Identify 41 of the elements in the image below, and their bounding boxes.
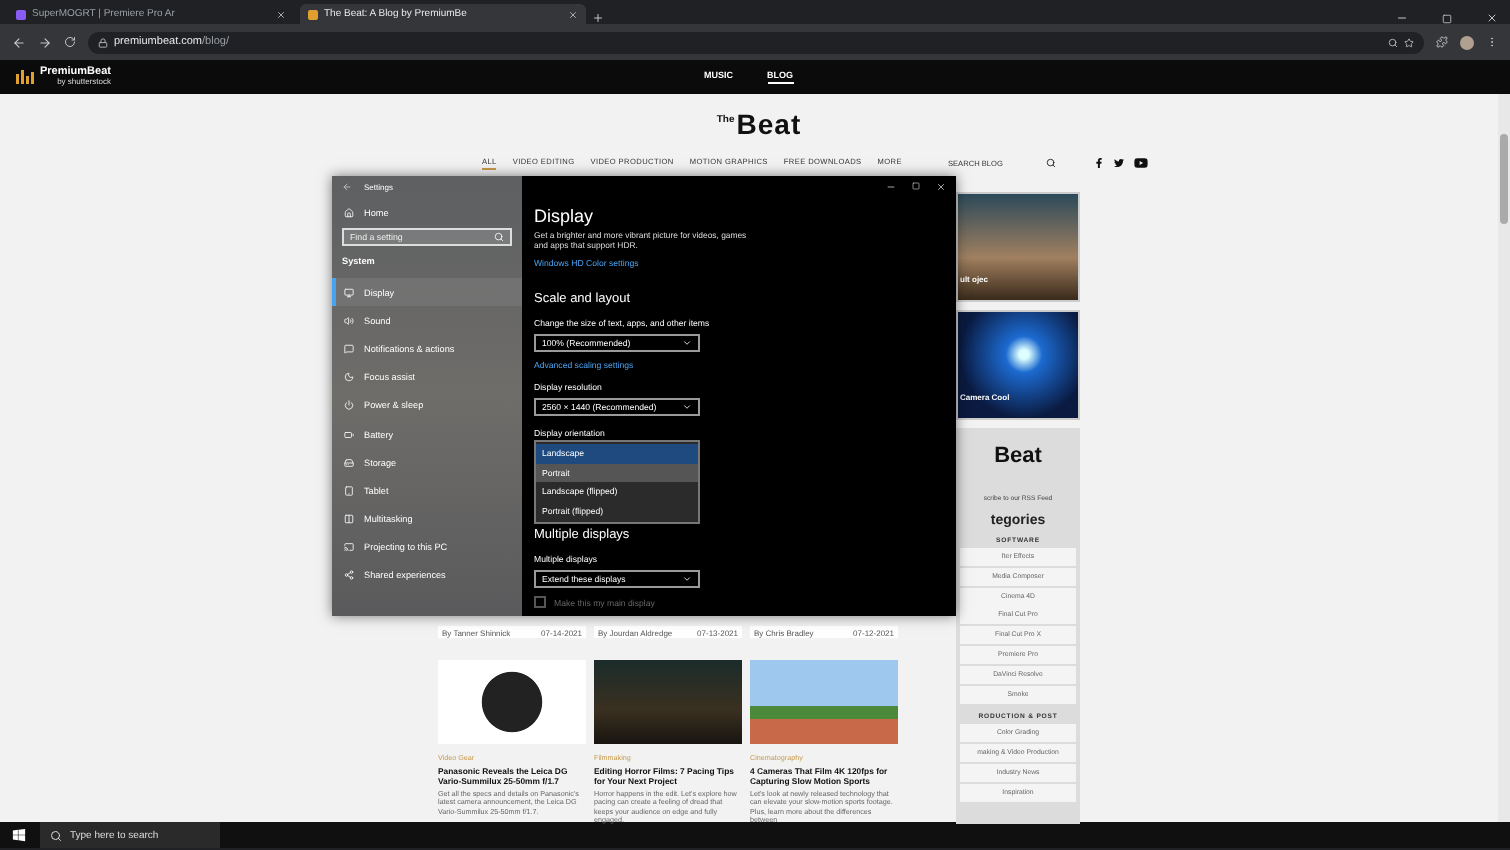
scrollbar[interactable]	[1498, 94, 1510, 822]
close-icon[interactable]	[1486, 12, 1498, 24]
reload-icon	[64, 36, 76, 48]
sidebar-logo: Beat	[994, 446, 1042, 468]
moon-icon	[344, 372, 354, 383]
message-icon	[344, 343, 354, 354]
maximize-icon[interactable]	[1442, 14, 1452, 24]
power-icon	[344, 400, 354, 411]
share-icon	[344, 570, 354, 581]
tablet-icon	[344, 485, 354, 496]
new-tab-icon[interactable]	[592, 12, 604, 24]
speaker-icon	[344, 315, 354, 326]
avatar[interactable]	[1460, 35, 1474, 49]
search-icon[interactable]	[1046, 158, 1057, 168]
chevron-icon	[682, 402, 692, 412]
minimize-icon[interactable]	[1396, 12, 1408, 24]
back-icon	[342, 181, 352, 191]
forward-icon	[38, 35, 52, 49]
lock-icon	[98, 37, 108, 47]
battery-icon	[344, 429, 354, 440]
search-icon	[494, 232, 504, 242]
twitter-icon[interactable]	[1113, 158, 1124, 168]
extension-icon	[1436, 36, 1448, 48]
bars-icon	[16, 70, 34, 84]
youtube-icon[interactable]	[1133, 156, 1148, 170]
columns-icon	[344, 514, 354, 525]
star-icon[interactable]	[1404, 37, 1414, 47]
search-icon	[50, 829, 62, 841]
drive-icon	[344, 457, 354, 468]
maximize-icon	[912, 182, 920, 190]
home-icon	[344, 208, 354, 218]
chevron-icon	[682, 338, 692, 348]
minimize-icon	[886, 181, 896, 191]
back-icon	[12, 35, 26, 49]
windows-icon[interactable]	[12, 828, 26, 842]
facebook-icon[interactable]	[1093, 158, 1104, 168]
chevron-icon	[682, 574, 692, 584]
monitor-icon	[344, 287, 354, 298]
page-heading: Display	[534, 206, 596, 226]
cast-icon	[344, 542, 354, 553]
photo-placeholder[interactable]	[438, 660, 586, 744]
